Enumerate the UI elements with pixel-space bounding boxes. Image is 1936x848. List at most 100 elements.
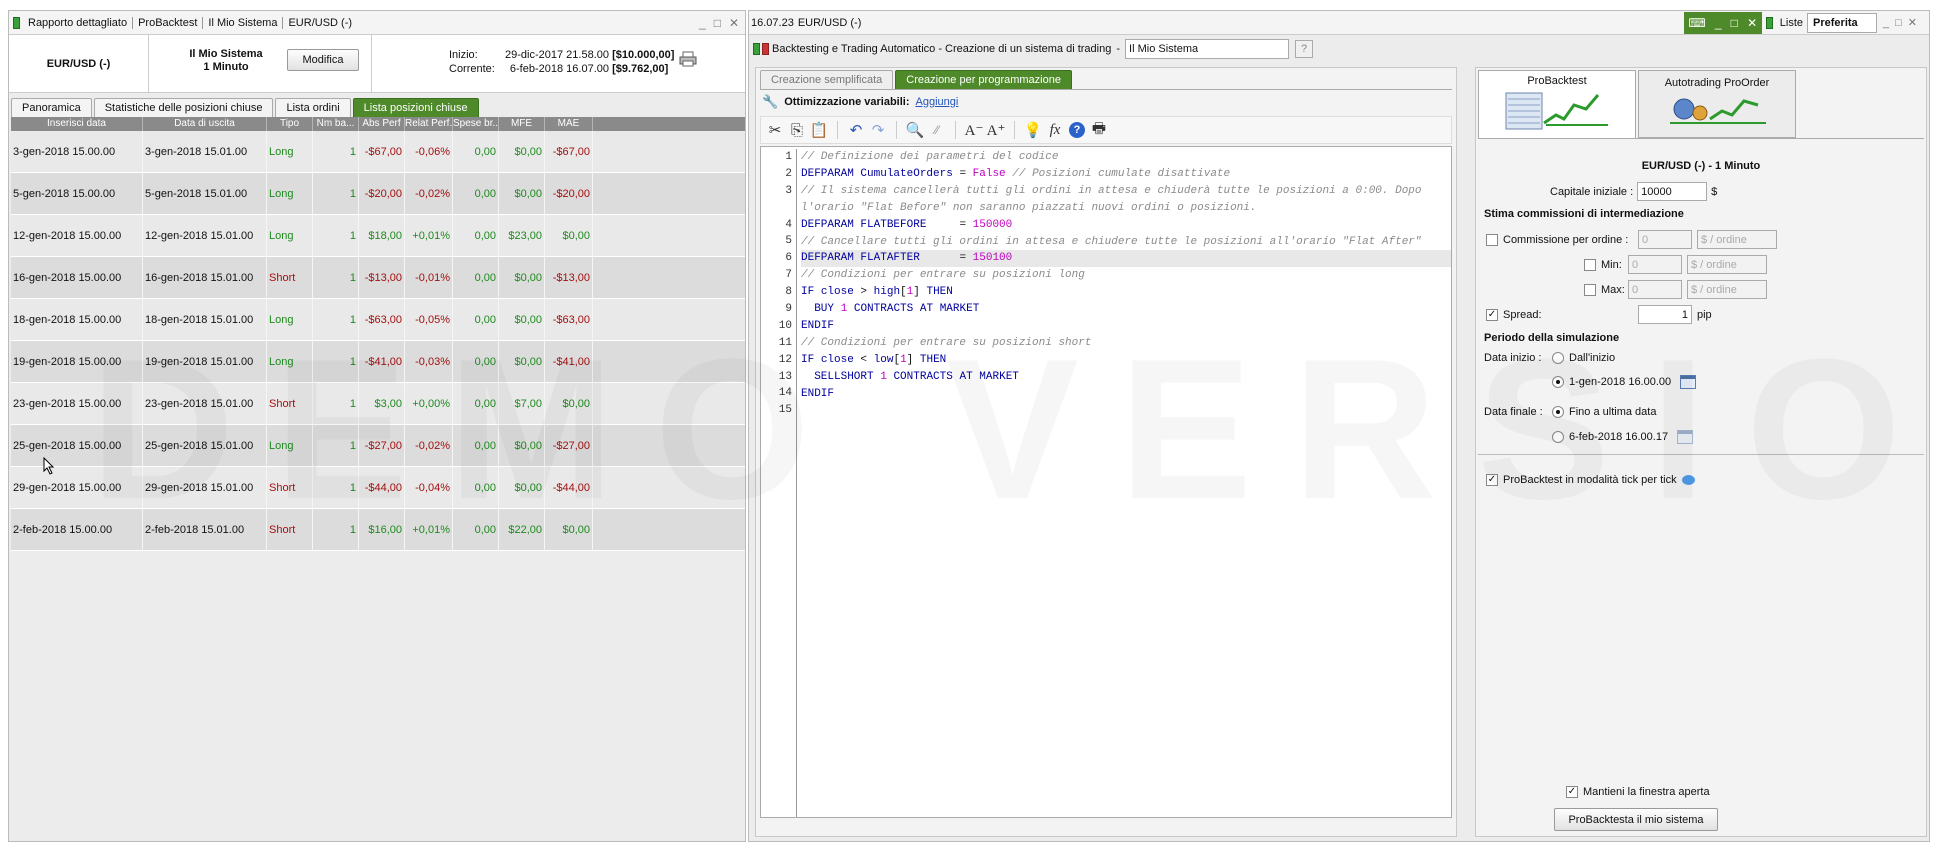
start-date-value[interactable]: 1-gen-2018 16.00.00 [1569,376,1671,388]
column-header[interactable]: Inserisci data [11,117,143,131]
lists-label[interactable]: Liste [1776,17,1807,29]
min-unit-select[interactable]: $ / ordine [1687,255,1767,274]
min-checkbox[interactable] [1584,258,1596,271]
code-line[interactable]: DEFPARAM FLATBEFORE = 150000 [801,217,1451,234]
right-close-icon[interactable]: ✕ [1747,16,1757,30]
table-row[interactable]: 16-gen-2018 15.00.00 16-gen-2018 15.01.00… [11,257,745,299]
table-row[interactable]: 12-gen-2018 15.00.00 12-gen-2018 15.01.00… [11,215,745,257]
end-date-value[interactable]: 6-feb-2018 16.00.17 [1569,431,1668,443]
tab-overview[interactable]: Panoramica [11,98,92,117]
table-row[interactable]: 19-gen-2018 15.00.00 19-gen-2018 15.01.00… [11,341,745,383]
table-cell: 0,00 [453,425,499,466]
min-input[interactable]: 0 [1628,255,1682,274]
code-line[interactable]: // Condizioni per entrare su posizioni s… [801,335,1451,352]
tab-closed-positions[interactable]: Lista posizioni chiuse [352,98,479,117]
favorites-selector[interactable]: Preferita [1807,12,1878,33]
code-line[interactable]: // Il sistema cancellerà tutti gli ordin… [801,183,1451,217]
tab-autotrading[interactable]: Autotrading ProOrder [1638,70,1796,138]
editor-print-icon[interactable]: 🖶 [1089,120,1109,140]
tick-by-tick-checkbox[interactable]: ✓ [1486,474,1498,486]
column-header[interactable]: Nm ba... [313,117,359,131]
tab-closed-stats[interactable]: Statistiche delle posizioni chiuse [93,98,274,117]
to-last-radio[interactable] [1552,406,1564,418]
undo-icon[interactable]: ↶ [846,120,866,140]
print-icon[interactable] [679,51,697,67]
search-icon[interactable]: 🔍 [905,120,925,140]
code-line[interactable]: DEFPARAM FLATAFTER = 150100 [801,250,1451,268]
code-line[interactable]: // Definizione dei parametri del codice [801,149,1451,166]
wrench-icon: 🔧 [762,94,779,109]
spread-checkbox[interactable]: ✓ [1486,308,1498,321]
tab-orders[interactable]: Lista ordini [275,98,351,117]
run-backtest-button[interactable]: ProBacktesta il mio sistema [1554,808,1718,831]
column-header[interactable]: Spese br... [453,117,499,131]
column-header[interactable]: Data di uscita [143,117,267,131]
start-calendar-icon[interactable] [1680,375,1697,389]
keyboard-icon[interactable]: ⌨ [1688,16,1705,30]
max-checkbox[interactable] [1584,283,1596,296]
lists-window-controls[interactable]: _□✕ [1877,16,1929,29]
code-line[interactable]: ENDIF [801,318,1451,335]
close-icon[interactable]: ✕ [729,16,739,30]
comment-icon[interactable]: ⁄⁄ [927,120,947,140]
column-header[interactable]: MAE [545,117,593,131]
tab-simplified-creation[interactable]: Creazione semplificata [760,70,894,89]
column-header[interactable]: Tipo [267,117,313,131]
code-line[interactable]: BUY 1 CONTRACTS AT MARKET [801,301,1451,318]
code-line[interactable]: ENDIF [801,386,1451,403]
spread-input[interactable]: 1 [1638,305,1692,324]
paste-icon[interactable]: 📋 [809,120,829,140]
end-date-radio[interactable] [1552,431,1564,443]
cut-icon[interactable]: ✂ [765,120,785,140]
font-increase-icon[interactable]: A⁺ [986,120,1006,140]
minimize-icon[interactable]: _ [699,16,706,30]
column-header[interactable]: MFE [499,117,545,131]
font-decrease-icon[interactable]: A⁻ [964,120,984,140]
tab-programming-creation[interactable]: Creazione per programmazione [895,70,1072,89]
function-icon[interactable]: fx [1045,120,1065,140]
table-row[interactable]: 2-feb-2018 15.00.00 2-feb-2018 15.01.00 Sh… [11,509,745,551]
table-row[interactable]: 5-gen-2018 15.00.00 5-gen-2018 15.01.00 Lo… [11,173,745,215]
code-line[interactable]: IF close > high[1] THEN [801,284,1451,301]
keep-open-checkbox[interactable]: ✓ [1566,786,1578,798]
end-calendar-icon[interactable] [1677,430,1694,444]
commission-checkbox[interactable] [1486,233,1498,246]
code-line[interactable]: // Condizioni per entrare su posizioni l… [801,267,1451,284]
system-name-input[interactable]: Il Mio Sistema [1125,39,1290,59]
column-header[interactable]: Relat Perf... [405,117,453,131]
right-maximize-icon[interactable]: □ [1731,16,1738,30]
code-body[interactable]: // Definizione dei parametri del codice D… [801,149,1451,419]
code-line[interactable]: // Cancellare tutti gli ordini in attesa… [801,234,1451,251]
table-row[interactable]: 25-gen-2018 15.00.00 25-gen-2018 15.01.00… [11,425,745,467]
table-row[interactable]: 23-gen-2018 15.00.00 23-gen-2018 15.01.00… [11,383,745,425]
copy-icon[interactable]: ⎘ [787,120,807,140]
modify-button[interactable]: Modifica [287,49,359,71]
tab-probacktest[interactable]: ProBacktest [1478,70,1636,138]
from-start-radio[interactable] [1552,352,1564,364]
max-unit-select[interactable]: $ / ordine [1687,280,1767,299]
redo-icon[interactable]: ↷ [868,120,888,140]
column-header[interactable]: Abs Perf [359,117,405,131]
capital-input[interactable]: 10000 [1637,182,1708,201]
commission-input[interactable]: 0 [1638,230,1692,249]
code-line[interactable]: IF close < low[1] THEN [801,352,1451,369]
table-row[interactable]: 3-gen-2018 15.00.00 3-gen-2018 15.01.00 Lo… [11,131,745,173]
capital-label: Capitale iniziale : [1550,185,1634,198]
code-line[interactable]: DEFPARAM CumulateOrders = False // Posiz… [801,166,1451,183]
help-icon[interactable]: ? [1067,120,1087,140]
table-row[interactable]: 18-gen-2018 15.00.00 18-gen-2018 15.01.00… [11,299,745,341]
help-doc-icon[interactable]: ? [1295,40,1314,58]
code-line[interactable] [801,403,1451,420]
start-date-radio[interactable] [1552,376,1564,388]
add-variable-link[interactable]: Aggiungi [916,96,959,108]
info-bubble-icon[interactable] [1681,475,1695,485]
lightbulb-icon[interactable]: 💡 [1023,120,1043,140]
table-row[interactable]: 29-gen-2018 15.00.00 29-gen-2018 15.01.00… [11,467,745,509]
right-minimize-icon[interactable]: _ [1715,16,1722,30]
maximize-icon[interactable]: □ [714,16,721,30]
code-line[interactable]: SELLSHORT 1 CONTRACTS AT MARKET [801,369,1451,386]
max-input[interactable]: 0 [1628,280,1682,299]
table-cell: Long [267,215,313,256]
code-editor[interactable]: 1 2 3 4 5 6 7 8 9 10 11 12 13 14 15 // Definizione dei… [760,146,1452,818]
commission-unit-select[interactable]: $ / ordine [1697,230,1777,249]
